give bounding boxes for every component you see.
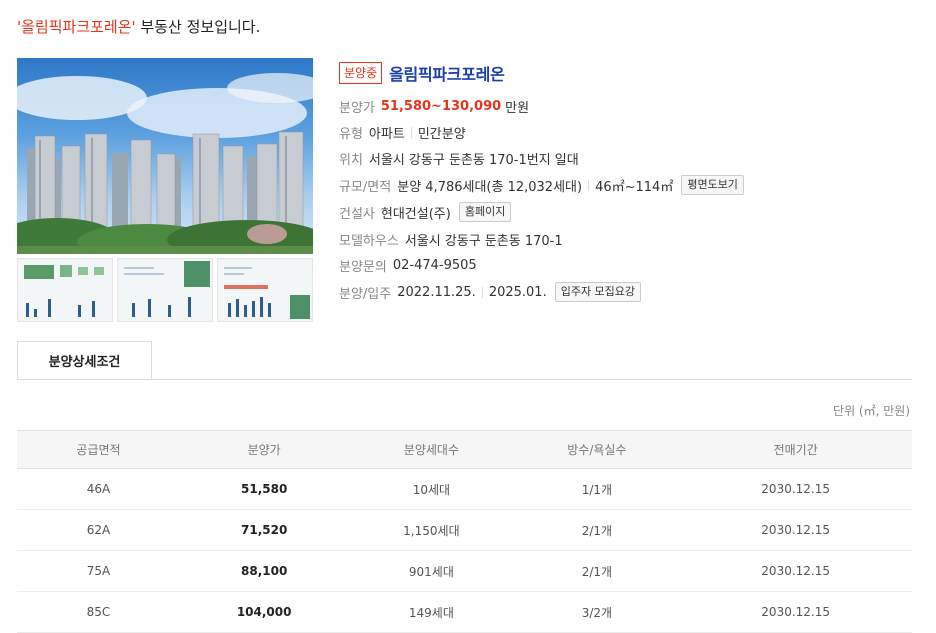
- price-unit: 만원: [505, 101, 530, 116]
- price-cell: 71,520: [179, 509, 349, 551]
- column-header: 분양세대수: [348, 430, 515, 469]
- headline-property-name: '올림픽파크포레온': [17, 18, 136, 36]
- table-row: 46A 51,580 10세대 1/1개 2030.12.15: [17, 468, 912, 510]
- property-main-photo[interactable]: [17, 58, 313, 254]
- thumbnail-3[interactable]: [217, 258, 313, 322]
- unit-note: 단위 (㎡, 만원): [833, 404, 910, 418]
- contact-label: 분양문의: [339, 260, 387, 275]
- rooms-cell: 1/1개: [514, 468, 680, 510]
- area-cell: 62A: [17, 509, 180, 551]
- units-cell: 10세대: [348, 468, 515, 510]
- thumbnail-2[interactable]: [117, 258, 213, 322]
- divider: [481, 286, 483, 298]
- recruitment-notice-button[interactable]: 입주자 모집요강: [554, 282, 642, 302]
- units-cell: 901세대: [348, 550, 515, 592]
- builder-value: 현대건설(주): [380, 206, 451, 222]
- scale-row: 규모/면적 분양 4,786세대(총 12,032세대) 46㎡~114㎡ 평면…: [339, 175, 744, 195]
- units-cell: 1,150세대: [348, 509, 515, 551]
- sale-status-badge: 분양중: [339, 62, 383, 84]
- detail-tab-bar: 분양상세조건: [17, 341, 912, 380]
- page-headline: '올림픽파크포레온' 부동산 정보입니다.: [17, 16, 260, 37]
- property-name-link[interactable]: 올림픽파크포레온: [389, 61, 505, 85]
- property-title-row: 분양중 올림픽파크포레온: [339, 60, 505, 86]
- model-house-value: 서울시 강동구 둔촌동 170-1: [404, 234, 563, 249]
- sale-conditions-table: 공급면적 분양가 분양세대수 방수/욕실수 전매기간 46A 51,580 10…: [17, 430, 912, 633]
- headline-text: 부동산 정보입니다.: [135, 18, 261, 36]
- rooms-cell: 2/1개: [514, 509, 680, 551]
- divider: [588, 179, 590, 191]
- price-row: 분양가 51,580~130,090 만원: [339, 97, 529, 116]
- apartment-complex-illustration: [17, 73, 313, 254]
- schedule-label: 분양/입주: [339, 286, 392, 302]
- scale-label: 규모/면적: [339, 179, 392, 195]
- rooms-cell: 3/2개: [514, 591, 680, 633]
- table-row: 62A 71,520 1,150세대 2/1개 2030.12.15: [17, 509, 912, 551]
- type-label: 유형: [339, 127, 363, 142]
- column-header: 방수/욕실수: [514, 430, 680, 469]
- divider: [410, 127, 412, 138]
- resale-period-cell: 2030.12.15: [679, 509, 912, 551]
- move-in-date-value: 2025.01.: [488, 284, 547, 300]
- model-house-row: 모델하우스 서울시 강동구 둔촌동 170-1: [339, 230, 563, 249]
- table-row: 75A 88,100 901세대 2/1개 2030.12.15: [17, 550, 912, 592]
- price-value: 51,580~130,090: [380, 99, 502, 114]
- price-cell: 88,100: [179, 550, 349, 592]
- location-row: 위치 서울시 강동구 둔촌동 170-1번지 일대: [339, 149, 579, 168]
- table-row: 85C 104,000 149세대 3/2개 2030.12.15: [17, 591, 912, 633]
- type-value: 아파트: [368, 127, 405, 142]
- area-cell: 75A: [17, 550, 180, 592]
- area-range-value: 46㎡~114㎡: [595, 179, 674, 195]
- property-info: 분양중 올림픽파크포레온: [339, 60, 505, 86]
- contact-phone-value: 02-474-9505: [392, 258, 477, 273]
- rooms-cell: 2/1개: [514, 550, 680, 592]
- column-header: 공급면적: [17, 430, 180, 469]
- resale-period-cell: 2030.12.15: [679, 468, 912, 510]
- scale-units-value: 분양 4,786세대(총 12,032세대): [397, 179, 583, 195]
- price-label: 분양가: [339, 101, 375, 116]
- builder-label: 건설사: [339, 206, 375, 222]
- column-header: 분양가: [179, 430, 349, 469]
- table-header-row: 공급면적 분양가 분양세대수 방수/욕실수 전매기간: [17, 430, 912, 469]
- area-cell: 46A: [17, 468, 180, 510]
- tab-sale-conditions[interactable]: 분양상세조건: [17, 341, 152, 379]
- location-label: 위치: [339, 153, 363, 168]
- contact-row: 분양문의 02-474-9505: [339, 256, 477, 275]
- supply-type-value: 민간분양: [417, 127, 466, 142]
- price-cell: 51,580: [179, 468, 349, 510]
- schedule-row: 분양/입주 2022.11.25. 2025.01. 입주자 모집요강: [339, 282, 642, 302]
- model-house-label: 모델하우스: [339, 234, 399, 249]
- photo-thumbnails: [17, 258, 313, 322]
- column-header: 전매기간: [679, 430, 912, 469]
- homepage-button[interactable]: 홈페이지: [458, 202, 512, 222]
- builder-row: 건설사 현대건설(주) 홈페이지: [339, 202, 512, 222]
- area-cell: 85C: [17, 591, 180, 633]
- type-row: 유형 아파트 민간분양: [339, 123, 466, 142]
- floor-plan-button[interactable]: 평면도보기: [681, 175, 744, 195]
- sale-date-value: 2022.11.25.: [397, 284, 476, 300]
- units-cell: 149세대: [348, 591, 515, 633]
- location-value: 서울시 강동구 둔촌동 170-1번지 일대: [368, 153, 579, 168]
- resale-period-cell: 2030.12.15: [679, 550, 912, 592]
- thumbnail-1[interactable]: [17, 258, 113, 322]
- resale-period-cell: 2030.12.15: [679, 591, 912, 633]
- price-cell: 104,000: [179, 591, 349, 633]
